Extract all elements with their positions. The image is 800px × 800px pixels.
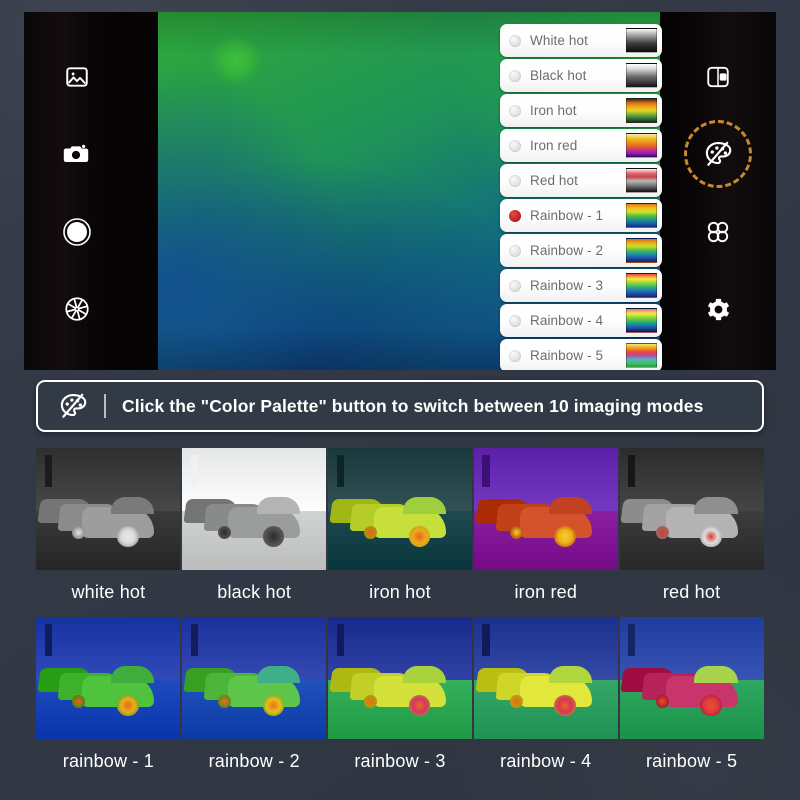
picture-in-picture-icon[interactable]	[695, 54, 741, 100]
gallery-icon[interactable]	[54, 54, 100, 100]
palette-option-label: Iron red	[530, 138, 578, 153]
palette-option-label: Rainbow - 1	[530, 208, 604, 223]
radio-icon[interactable]	[509, 139, 521, 152]
sample-caption: rainbow - 2	[208, 751, 300, 771]
banner-divider	[104, 394, 106, 418]
image-noise-overlay	[36, 448, 181, 570]
radio-icon[interactable]	[509, 314, 521, 327]
camera-preview-device: White hot Black hot Iron hot Iron red Red ho…	[24, 12, 776, 370]
palette-option-label: Rainbow - 4	[530, 313, 604, 328]
sample-caption: rainbow - 3	[354, 751, 446, 771]
radio-icon[interactable]	[509, 174, 521, 187]
sample-caption: red hot	[662, 582, 721, 602]
shutter-icon[interactable]	[54, 209, 100, 255]
sample-cell: rainbow - 2	[182, 617, 327, 786]
sample-caption: white hot	[71, 582, 146, 602]
palette-option-red-hot[interactable]: Red hot	[500, 164, 662, 197]
gear-icon[interactable]	[695, 286, 741, 332]
sample-cell: rainbow - 1	[36, 617, 181, 786]
radio-icon[interactable]	[509, 69, 521, 82]
color-palette-icon	[58, 391, 88, 421]
sample-thermal-image	[327, 448, 472, 570]
image-noise-overlay	[619, 617, 764, 739]
image-noise-overlay	[473, 448, 618, 570]
image-noise-overlay	[182, 448, 327, 570]
sample-thermal-image	[36, 448, 181, 570]
image-noise-overlay	[473, 617, 618, 739]
palette-option-rainbow-5[interactable]: Rainbow - 5	[500, 339, 662, 370]
palette-option-label: Iron hot	[530, 103, 577, 118]
palette-swatch	[626, 168, 657, 193]
imaging-mode-sample-grid: white hot black hot iron hot iron red red ho…	[36, 448, 764, 786]
palette-option-iron-hot[interactable]: Iron hot	[500, 94, 662, 127]
sample-caption: iron red	[514, 582, 578, 602]
image-noise-overlay	[619, 448, 764, 570]
palette-option-label: Rainbow - 2	[530, 243, 604, 258]
palette-option-label: Red hot	[530, 173, 578, 188]
image-noise-overlay	[36, 617, 181, 739]
palette-option-rainbow-2[interactable]: Rainbow - 2	[500, 234, 662, 267]
palette-option-black-hot[interactable]: Black hot	[500, 59, 662, 92]
sample-cell: iron red	[473, 448, 618, 617]
palette-option-label: Rainbow - 3	[530, 278, 604, 293]
color-palette-highlight-ring	[684, 120, 752, 189]
sample-caption: rainbow - 5	[645, 751, 738, 771]
sample-cell: red hot	[619, 448, 764, 617]
palette-option-rainbow-3[interactable]: Rainbow - 3	[500, 269, 662, 302]
sample-thermal-image	[327, 617, 472, 739]
sample-thermal-image	[182, 448, 327, 570]
radio-icon[interactable]	[509, 209, 521, 222]
palette-option-iron-red[interactable]: Iron red	[500, 129, 662, 162]
sample-thermal-image	[36, 617, 181, 739]
color-palette-list[interactable]: White hot Black hot Iron hot Iron red Red ho…	[500, 24, 662, 370]
palette-swatch	[626, 273, 657, 298]
radio-icon[interactable]	[509, 244, 521, 257]
camera-icon[interactable]	[54, 131, 100, 177]
palette-swatch	[626, 203, 657, 228]
radio-icon[interactable]	[509, 349, 521, 362]
radio-icon[interactable]	[509, 104, 521, 117]
sample-thermal-image	[182, 617, 327, 739]
radio-icon[interactable]	[509, 279, 521, 292]
aperture-icon[interactable]	[54, 286, 100, 332]
sample-caption: rainbow - 1	[62, 751, 155, 771]
image-noise-overlay	[327, 448, 472, 570]
right-toolbar	[660, 12, 776, 370]
palette-swatch	[626, 238, 657, 263]
sample-thermal-image	[619, 617, 764, 739]
hint-banner: Click the "Color Palette" button to swit…	[36, 380, 764, 432]
color-palette-icon[interactable]	[684, 120, 752, 189]
image-noise-overlay	[182, 617, 327, 739]
palette-swatch	[626, 308, 657, 333]
sample-caption: rainbow - 4	[500, 751, 592, 771]
palette-option-white-hot[interactable]: White hot	[500, 24, 662, 57]
sample-cell: black hot	[182, 448, 327, 617]
image-noise-overlay	[327, 617, 472, 739]
palette-swatch	[626, 63, 657, 88]
sample-cell: rainbow - 5	[619, 617, 764, 786]
sample-thermal-image	[619, 448, 764, 570]
palette-option-label: Black hot	[530, 68, 587, 83]
sample-caption: iron hot	[369, 582, 431, 602]
palette-option-label: Rainbow - 5	[530, 348, 604, 363]
radio-icon[interactable]	[509, 34, 521, 47]
sample-cell: rainbow - 4	[473, 617, 618, 786]
sample-cell: rainbow - 3	[327, 617, 473, 786]
palette-option-rainbow-4[interactable]: Rainbow - 4	[500, 304, 662, 337]
palette-option-rainbow-1[interactable]: Rainbow - 1	[500, 199, 662, 232]
palette-swatch	[626, 133, 657, 158]
sample-thermal-image	[473, 617, 618, 739]
grid-modes-icon[interactable]	[695, 209, 741, 255]
palette-swatch	[626, 28, 657, 53]
palette-swatch	[626, 343, 657, 368]
sample-cell: iron hot	[327, 448, 473, 617]
palette-swatch	[626, 98, 657, 123]
sample-thermal-image	[473, 448, 618, 570]
left-toolbar	[24, 12, 130, 370]
sample-cell: white hot	[36, 448, 181, 617]
sample-caption: black hot	[217, 582, 292, 602]
banner-message: Click the "Color Palette" button to swit…	[122, 395, 704, 416]
palette-option-label: White hot	[530, 33, 588, 48]
